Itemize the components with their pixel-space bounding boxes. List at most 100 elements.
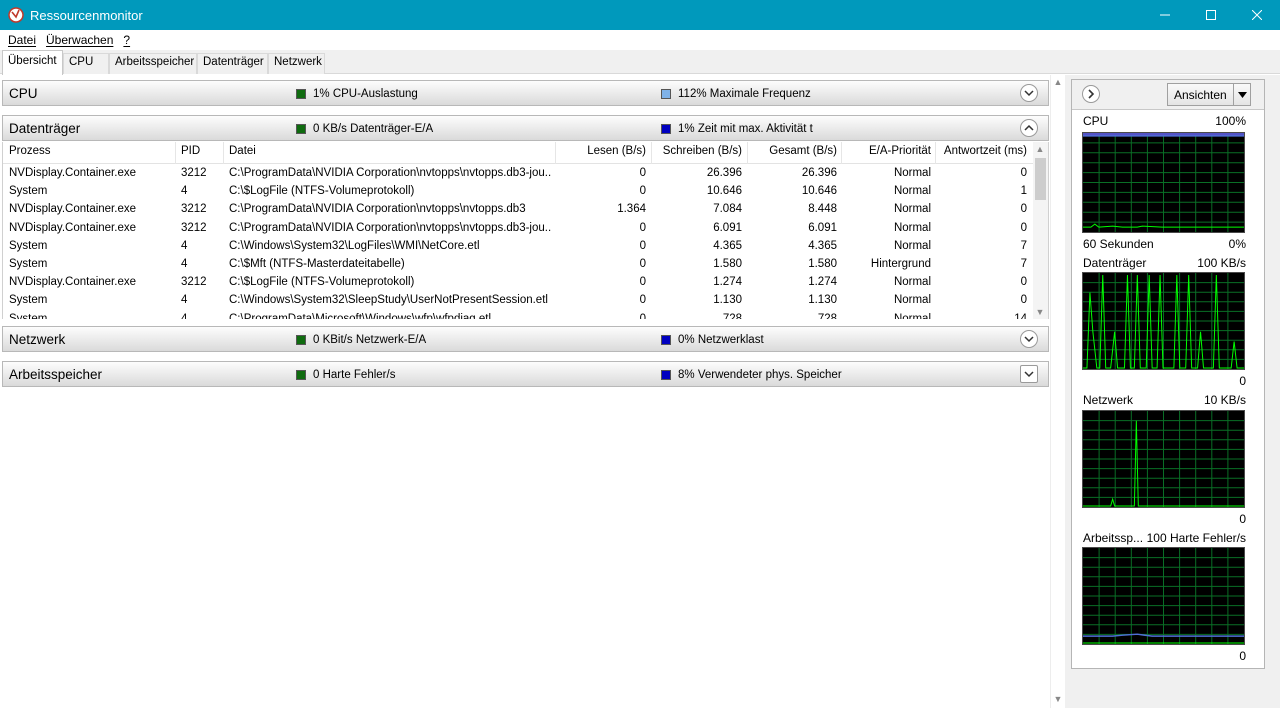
table-cell: 6.091 xyxy=(808,221,837,234)
table-cell: 0 xyxy=(639,239,646,252)
network-expand-button[interactable] xyxy=(1020,330,1038,348)
memory-graph-max: 100 Harte Fehler/s xyxy=(1146,531,1246,545)
table-cell: Normal xyxy=(893,203,931,216)
scroll-up-arrow-icon[interactable]: ▲ xyxy=(1033,142,1047,156)
minimize-button[interactable] xyxy=(1142,0,1188,30)
table-row[interactable]: NVDisplay.Container.exe 3212 C:\ProgramDat… xyxy=(3,165,1033,183)
menu-datei[interactable]: Datei xyxy=(4,33,40,47)
cpu-frequency-swatch xyxy=(661,89,671,99)
overview-panel: CPU 1% CPU-Auslastung 112% Maximale Freq… xyxy=(0,75,1064,708)
table-cell: 1.130 xyxy=(808,294,837,307)
column-header-antwortzeit[interactable]: Antwortzeit (ms) xyxy=(935,145,1027,157)
disk-activity-swatch xyxy=(661,124,671,134)
network-graph-max: 10 KB/s xyxy=(1203,393,1246,407)
table-scrollbar[interactable]: ▲ ▼ xyxy=(1033,142,1048,319)
menu-help[interactable]: ? xyxy=(119,33,134,47)
table-row[interactable]: System 4 C:\ProgramData\Microsoft\Windows\… xyxy=(3,311,1033,319)
table-cell: 728 xyxy=(722,312,742,319)
views-dropdown-arrow[interactable] xyxy=(1233,84,1250,105)
tab-uebersicht[interactable]: Übersicht xyxy=(2,50,63,75)
toggle-graph-pane-button[interactable] xyxy=(1082,85,1100,103)
memory-section-header[interactable]: Arbeitsspeicher 0 Harte Fehler/s 8% Verw… xyxy=(2,361,1049,387)
table-cell: C:\$Mft (NTFS-Masterdateitabelle) xyxy=(229,258,405,270)
column-header-pid[interactable]: PID xyxy=(181,145,221,157)
minimize-icon xyxy=(1160,14,1170,16)
scroll-down-arrow-icon[interactable]: ▼ xyxy=(1033,305,1047,319)
table-row[interactable]: System 4 C:\$Mft (NTFS-Masterdateitabelle)… xyxy=(3,256,1033,274)
memory-section-title: Arbeitsspeicher xyxy=(9,367,103,382)
views-button[interactable]: Ansichten xyxy=(1167,83,1251,106)
maximize-icon xyxy=(1206,10,1216,20)
table-cell: System xyxy=(9,294,48,307)
table-cell: 26.396 xyxy=(706,167,742,179)
scroll-up-arrow-icon[interactable]: ▲ xyxy=(1051,75,1065,89)
table-scroll-thumb[interactable] xyxy=(1035,158,1046,200)
table-row[interactable]: NVDisplay.Container.exe 3212 C:\ProgramDat… xyxy=(3,201,1033,219)
network-io-metric: 0 KBit/s Netzwerk-E/A xyxy=(296,334,426,346)
table-cell: 0 xyxy=(639,258,646,270)
memory-expand-button[interactable] xyxy=(1020,365,1038,383)
network-graph-min: 0 xyxy=(1239,512,1246,526)
column-header-schreiben[interactable]: Schreiben (B/s) xyxy=(651,145,742,157)
table-row[interactable]: System 4 C:\Windows\System32\LogFiles\WMI\… xyxy=(3,238,1033,256)
disk-section-title: Datenträger xyxy=(9,121,81,136)
cpu-section-header[interactable]: CPU 1% CPU-Auslastung 112% Maximale Freq… xyxy=(2,80,1049,106)
maximize-button[interactable] xyxy=(1188,0,1234,30)
network-section-header[interactable]: Netzwerk 0 KBit/s Netzwerk-E/A 0% Netzwe… xyxy=(2,326,1049,352)
tab-arbeitsspeicher[interactable]: Arbeitsspeicher xyxy=(109,53,197,74)
column-header-prozess[interactable]: Prozess xyxy=(9,145,169,157)
table-cell: 14 xyxy=(1014,312,1027,319)
table-cell: 0 xyxy=(1020,221,1027,234)
menu-bar: Datei Überwachen ? xyxy=(0,30,1280,50)
table-cell: 4 xyxy=(181,258,188,270)
table-cell: System xyxy=(9,185,48,198)
table-cell: Hintergrund xyxy=(870,258,931,270)
table-cell: Normal xyxy=(893,294,931,307)
chevron-up-icon xyxy=(1024,124,1034,131)
column-header-datei[interactable]: Datei xyxy=(229,145,529,157)
table-row[interactable]: System 4 C:\$LogFile (NTFS-Volumeprotokoll… xyxy=(3,183,1033,201)
column-separator[interactable] xyxy=(175,142,176,164)
table-cell: 0 xyxy=(1020,294,1027,307)
table-cell: 3212 xyxy=(181,203,207,216)
caret-down-icon xyxy=(1237,91,1247,98)
network-load-swatch xyxy=(661,335,671,345)
cpu-usage-swatch xyxy=(296,89,306,99)
disk-collapse-button[interactable] xyxy=(1020,119,1038,137)
table-cell: 3212 xyxy=(181,221,207,234)
table-row[interactable]: NVDisplay.Container.exe 3212 C:\ProgramDat… xyxy=(3,220,1033,238)
tab-cpu[interactable]: CPU xyxy=(63,53,109,74)
disk-section-header[interactable]: Datenträger 0 KB/s Datenträger-E/A 1% Ze… xyxy=(2,115,1049,141)
column-header-prioritaet[interactable]: E/A-Priorität xyxy=(841,145,931,157)
table-cell: 0 xyxy=(1020,203,1027,216)
memory-graph-title: Arbeitssp... xyxy=(1083,531,1144,545)
main-scrollbar[interactable]: ▲ ▼ xyxy=(1050,75,1064,708)
column-header-gesamt[interactable]: Gesamt (B/s) xyxy=(747,145,837,157)
table-cell: 0 xyxy=(639,294,646,307)
tab-datentraeger[interactable]: Datenträger xyxy=(197,53,268,74)
table-cell: NVDisplay.Container.exe xyxy=(9,221,136,234)
close-button[interactable] xyxy=(1234,0,1280,30)
table-row[interactable]: NVDisplay.Container.exe 3212 C:\$LogFile (… xyxy=(3,274,1033,292)
table-cell: 1.364 xyxy=(617,203,646,216)
tab-netzwerk[interactable]: Netzwerk xyxy=(268,53,325,74)
network-io-swatch xyxy=(296,335,306,345)
memory-graph xyxy=(1082,547,1245,645)
table-cell: 10.646 xyxy=(801,185,837,198)
column-separator[interactable] xyxy=(223,142,224,164)
table-cell: 26.396 xyxy=(801,167,837,179)
scroll-down-arrow-icon[interactable]: ▼ xyxy=(1051,692,1065,706)
column-header-lesen[interactable]: Lesen (B/s) xyxy=(555,145,646,157)
menu-ueberwachen[interactable]: Überwachen xyxy=(42,33,117,47)
table-cell: C:\ProgramData\Microsoft\Windows\wfp\wfp… xyxy=(229,312,492,319)
chevron-down-icon xyxy=(1024,371,1034,378)
table-row[interactable]: System 4 C:\Windows\System32\SleepStudy\Us… xyxy=(3,292,1033,310)
graph-toolbar: Ansichten xyxy=(1072,80,1264,110)
cpu-expand-button[interactable] xyxy=(1020,84,1038,102)
cpu-graph-timespan: 60 Sekunden xyxy=(1083,237,1154,251)
network-section-title: Netzwerk xyxy=(9,332,66,347)
table-cell: 4 xyxy=(181,312,188,319)
table-cell: C:\ProgramData\NVIDIA Corporation\nvtopp… xyxy=(229,221,551,234)
network-load-metric: 0% Netzwerklast xyxy=(661,334,764,346)
table-cell: Normal xyxy=(893,312,931,319)
